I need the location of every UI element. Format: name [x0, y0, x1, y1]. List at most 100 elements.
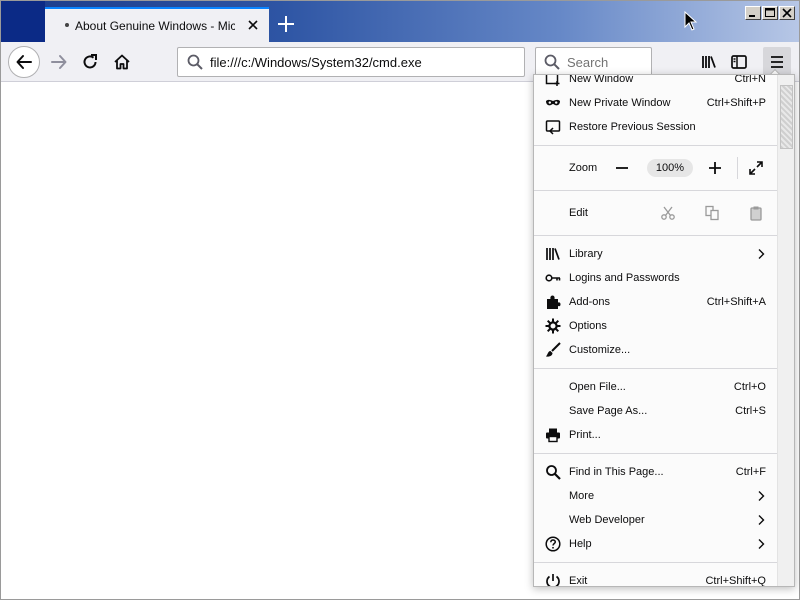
url-bar[interactable]: file:///c:/Windows/System32/cmd.exe [177, 47, 525, 77]
menu-item-save-page[interactable]: Save Page As... Ctrl+S [534, 399, 778, 423]
restore-session-icon [545, 120, 561, 135]
power-icon [546, 574, 560, 586]
menu-item-shortcut: Ctrl+N [734, 74, 766, 85]
search-icon [187, 54, 203, 70]
gear-icon [545, 318, 561, 334]
menu-item-find[interactable]: Find in This Page... Ctrl+F [534, 460, 778, 484]
menu-item-open-file[interactable]: Open File... Ctrl+O [534, 375, 778, 399]
menu-item-customize[interactable]: Customize... [534, 338, 778, 362]
menu-scroll-thumb[interactable] [780, 85, 793, 149]
edit-label: Edit [569, 207, 588, 219]
hamburger-menu-icon [771, 56, 783, 68]
private-mask-icon [546, 99, 560, 106]
home-icon [114, 54, 130, 70]
menu-item-label: Open File... [569, 381, 626, 393]
zoom-in-button[interactable] [707, 160, 723, 176]
paste-icon[interactable] [748, 205, 764, 221]
home-button[interactable] [106, 46, 138, 78]
maximize-button[interactable] [762, 6, 778, 20]
tab-strip: About Genuine Windows - Microsoft [1, 1, 799, 42]
menu-item-options[interactable]: Options [534, 314, 778, 338]
zoom-reset-button[interactable]: 100% [647, 159, 693, 177]
menu-item-label: Customize... [569, 344, 631, 356]
menu-item-label: Print... [569, 429, 601, 441]
forward-button[interactable] [43, 46, 75, 78]
menu-item-help[interactable]: Help [534, 532, 778, 556]
new-tab-button[interactable] [275, 13, 297, 35]
close-icon [782, 8, 792, 18]
mouse-cursor-icon [684, 11, 698, 31]
menu-separator [534, 145, 778, 146]
menu-scrollbar[interactable] [777, 75, 794, 586]
sidebar-icon [731, 55, 747, 69]
menu-separator [534, 190, 778, 191]
menu-separator [534, 562, 778, 563]
menu-item-web-developer[interactable]: Web Developer [534, 508, 778, 532]
menu-item-label: Exit [569, 575, 588, 587]
menu-item-label: Library [569, 248, 603, 260]
url-text[interactable]: file:///c:/Windows/System32/cmd.exe [210, 55, 422, 70]
browser-window: About Genuine Windows - Microsoft [0, 0, 800, 600]
printer-icon [546, 428, 560, 443]
forward-arrow-icon [51, 55, 67, 69]
copy-icon[interactable] [704, 205, 720, 221]
puzzle-icon [547, 295, 561, 309]
menu-item-logins[interactable]: Logins and Passwords [534, 266, 778, 290]
search-icon [546, 465, 561, 480]
help-icon [545, 536, 561, 552]
menu-item-new-private-window[interactable]: New Private Window Ctrl+Shift+P [534, 91, 778, 115]
menu-item-restore-session[interactable]: Restore Previous Session [534, 115, 778, 139]
library-icon [702, 56, 716, 68]
menu-item-label: New Private Window [569, 97, 671, 109]
menu-item-label: Save Page As... [569, 405, 648, 417]
chevron-right-icon [758, 249, 765, 259]
menu-item-more[interactable]: More [534, 484, 778, 508]
new-window-icon [545, 75, 560, 86]
reload-icon [83, 54, 97, 69]
menu-item-shortcut: Ctrl+F [735, 466, 766, 478]
menu-item-new-window[interactable]: New Window Ctrl+N [534, 74, 778, 91]
edit-row: Edit [534, 197, 778, 229]
tab-strip-spacer [1, 1, 45, 42]
minimize-button[interactable] [745, 6, 761, 20]
menu-item-exit[interactable]: Exit Ctrl+Shift+Q [534, 569, 778, 587]
menu-item-label: Logins and Passwords [569, 272, 680, 284]
tab-close-icon[interactable] [245, 17, 261, 33]
menu-item-shortcut: Ctrl+O [733, 381, 766, 393]
chevron-right-icon [758, 539, 765, 549]
tab-title: About Genuine Windows - Microsoft [75, 18, 235, 33]
close-window-button[interactable] [779, 6, 795, 20]
menu-item-shortcut: Ctrl+Shift+A [706, 296, 766, 308]
chevron-right-icon [758, 515, 765, 525]
app-menu-panel: New Window Ctrl+N New Private Window Ctr… [533, 74, 795, 587]
back-arrow-icon [16, 55, 32, 69]
menu-separator [534, 368, 778, 369]
search-input[interactable] [567, 54, 647, 70]
search-icon [544, 54, 560, 70]
cut-icon[interactable] [660, 205, 676, 221]
menu-item-print[interactable]: Print... [534, 423, 778, 447]
menu-separator [534, 235, 778, 236]
back-button[interactable] [8, 46, 40, 78]
zoom-out-button[interactable] [614, 160, 630, 176]
reload-button[interactable] [74, 46, 106, 78]
menu-item-label: Restore Previous Session [569, 121, 696, 133]
zoom-divider [737, 157, 738, 179]
tab-loading-dot-icon [65, 23, 69, 27]
zoom-row: Zoom 100% [534, 152, 778, 184]
menu-item-label: Find in This Page... [569, 466, 664, 478]
tab-active[interactable]: About Genuine Windows - Microsoft [45, 7, 269, 42]
search-bar[interactable] [535, 47, 652, 77]
library-icon [546, 248, 560, 260]
menu-item-addons[interactable]: Add-ons Ctrl+Shift+A [534, 290, 778, 314]
fullscreen-icon[interactable] [748, 160, 764, 176]
chevron-right-icon [758, 491, 765, 501]
key-icon [545, 274, 561, 282]
menu-item-label: Web Developer [569, 514, 645, 526]
maximize-icon [765, 8, 775, 17]
menu-item-shortcut: Ctrl+S [735, 405, 766, 417]
paintbrush-icon [546, 342, 561, 357]
menu-item-label: Help [569, 538, 592, 550]
menu-separator [534, 453, 778, 454]
menu-item-library[interactable]: Library [534, 242, 778, 266]
